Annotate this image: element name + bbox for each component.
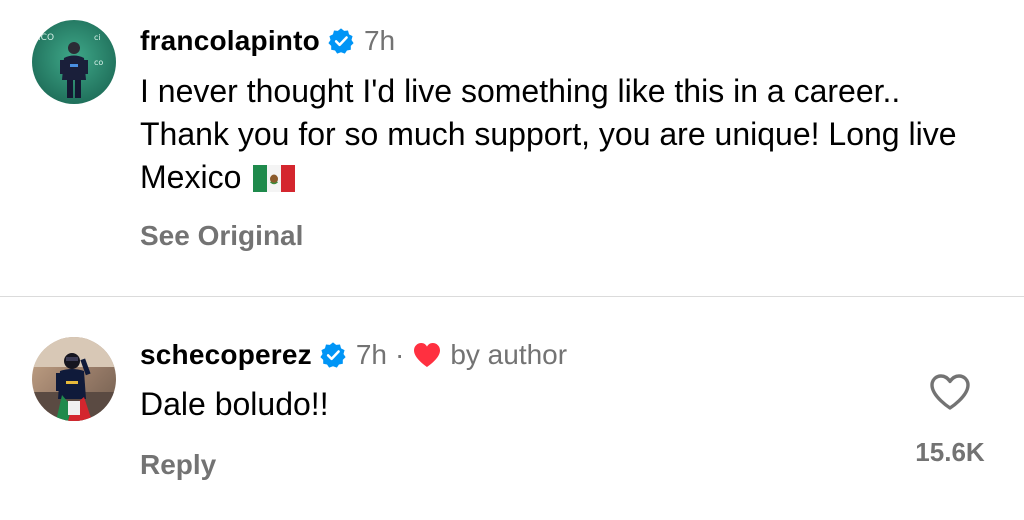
like-count: 15.6K bbox=[915, 437, 985, 467]
avatar[interactable] bbox=[32, 337, 116, 421]
avatar-photo bbox=[32, 337, 116, 421]
comment-header: francolapinto 7h bbox=[140, 23, 395, 59]
avatar[interactable]: ICO ci co bbox=[32, 20, 116, 104]
comment-item: schecoperez 7h · by author Dale boludo!!… bbox=[0, 297, 1024, 520]
comment-item: ICO ci co francolapinto 7h I never thoug… bbox=[0, 0, 1024, 296]
separator-dot: · bbox=[395, 339, 405, 370]
svg-text:co: co bbox=[94, 58, 103, 67]
username[interactable]: francolapinto bbox=[140, 25, 320, 57]
svg-text:ci: ci bbox=[94, 33, 101, 42]
verified-badge-icon bbox=[320, 342, 346, 368]
reply-button[interactable]: Reply bbox=[140, 449, 216, 481]
timestamp: 7h bbox=[363, 25, 396, 56]
comment-text: Dale boludo!! bbox=[140, 386, 329, 422]
verified-badge-icon bbox=[328, 28, 354, 54]
username[interactable]: schecoperez bbox=[140, 339, 312, 371]
svg-text:ICO: ICO bbox=[38, 33, 54, 43]
comment-text: I never thought I'd live something like … bbox=[140, 70, 980, 199]
mexico-flag-icon bbox=[253, 165, 296, 192]
liked-by-author-label: by author bbox=[450, 339, 568, 370]
heart-filled-icon bbox=[414, 343, 441, 367]
comment-header: schecoperez 7h · by author bbox=[140, 337, 567, 373]
timestamp: 7h bbox=[355, 339, 387, 370]
avatar-photo: ICO ci co bbox=[32, 20, 116, 104]
heart-outline-icon[interactable] bbox=[928, 372, 972, 412]
see-original-button[interactable]: See Original bbox=[140, 220, 303, 252]
